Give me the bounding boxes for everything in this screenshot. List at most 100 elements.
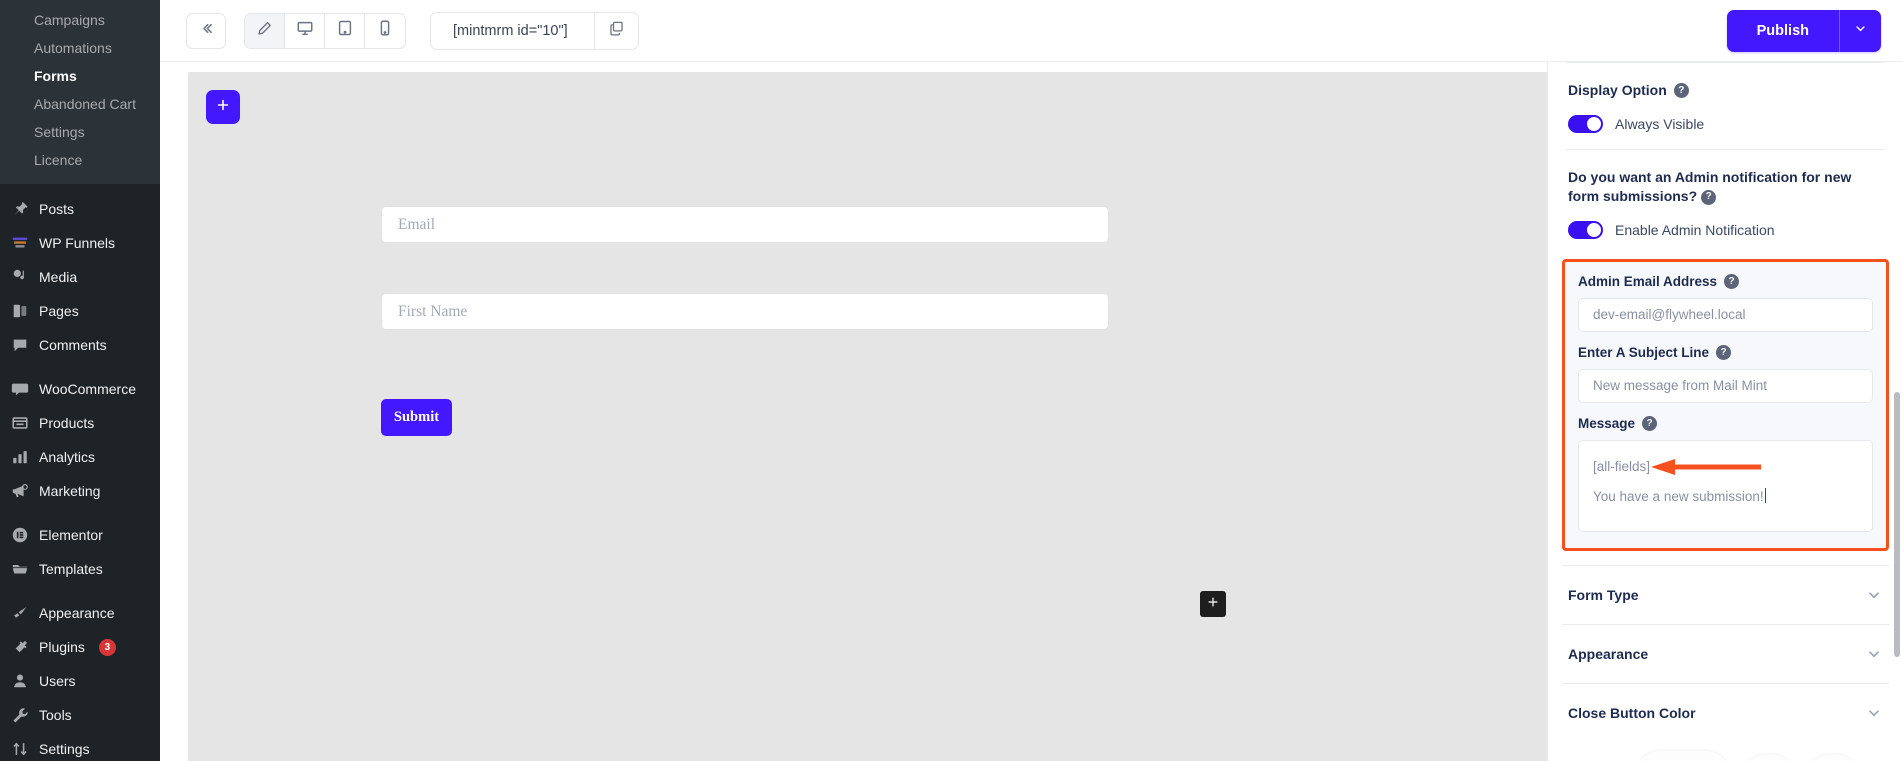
mobile-icon (376, 19, 394, 42)
sidebar-item-plugins[interactable]: Plugins 3 (0, 630, 160, 664)
publish-button[interactable]: Publish (1727, 10, 1839, 52)
sidebar-item-automations[interactable]: Automations (0, 34, 160, 62)
sidebar-item-appearance[interactable]: Appearance (0, 596, 160, 630)
chevron-down-icon (1853, 21, 1868, 41)
analytics-icon (10, 447, 30, 467)
sidebar-item-tools[interactable]: Tools (0, 698, 160, 732)
copy-shortcode-button[interactable] (593, 12, 638, 49)
sidebar-item-settings[interactable]: Settings (0, 118, 160, 146)
question-mark-icon[interactable]: ? (1724, 273, 1740, 289)
display-option-label: Display Option (1568, 82, 1667, 98)
publish-group: Publish (1726, 9, 1881, 52)
sidebar-item-posts[interactable]: Posts (0, 192, 160, 226)
chevron-down-icon (1865, 704, 1883, 722)
message-label: Message (1578, 415, 1636, 431)
question-mark-icon[interactable]: ? (1701, 189, 1717, 205)
sidebar-item-label: Media (39, 269, 78, 285)
publish-options-button[interactable] (1839, 9, 1881, 52)
add-block-button-top[interactable] (206, 90, 240, 124)
add-block-button-bottom[interactable] (1200, 591, 1226, 617)
question-mark-icon[interactable]: ? (1673, 83, 1689, 99)
email-field[interactable]: Email (381, 206, 1109, 243)
first-name-field[interactable]: First Name (381, 293, 1109, 330)
collapse-sidebar-button[interactable] (186, 12, 226, 49)
accordion-close-button-color[interactable]: Close Button Color (1562, 682, 1889, 742)
subject-line-label: Enter A Subject Line (1578, 344, 1710, 360)
accordion-appearance[interactable]: Appearance (1562, 623, 1889, 683)
sidebar-item-elementor[interactable]: Elementor (0, 518, 160, 552)
admin-notification-settings-highlight: Admin Email Address ? dev-email@flywheel… (1562, 258, 1889, 551)
tablet-preview-button[interactable] (325, 13, 365, 48)
woo-icon (10, 379, 30, 399)
subject-line-label-row: Enter A Subject Line ? (1578, 344, 1873, 360)
message-line-1: [all-fields] (1593, 458, 1651, 474)
sidebar-item-label: Comments (39, 337, 107, 353)
sidebar-item-campaigns[interactable]: Campaigns (0, 6, 160, 34)
display-option-label-row: Display Option ? (1568, 81, 1883, 101)
always-visible-toggle[interactable] (1568, 114, 1603, 133)
edit-mode-button[interactable] (245, 13, 285, 48)
sidebar-item-wp-settings[interactable]: Settings (0, 732, 160, 761)
sidebar-item-label: Analytics (39, 449, 96, 465)
sidebar-item-label: Elementor (39, 527, 103, 543)
pin-icon (10, 199, 30, 219)
sidebar-item-users[interactable]: Users (0, 664, 160, 698)
wp-admin-sidebar: Campaigns Automations Forms Abandoned Ca… (0, 0, 160, 761)
edit-icon (256, 20, 273, 42)
chevron-double-left-icon (198, 20, 215, 42)
accordion-title: Close Button Color (1568, 704, 1696, 721)
admin-email-label-row: Admin Email Address ? (1578, 273, 1873, 289)
enable-admin-notification-toggle[interactable] (1568, 220, 1603, 239)
sidebar-item-abandoned-cart[interactable]: Abandoned Cart (0, 90, 160, 118)
submit-button[interactable]: Submit (381, 399, 452, 436)
chevron-down-icon (1865, 586, 1883, 604)
accordion-title: Form Type (1568, 586, 1639, 603)
mobile-preview-button[interactable] (365, 13, 405, 48)
sidebar-item-label: WooCommerce (39, 381, 136, 397)
brush-icon (10, 603, 30, 623)
user-icon (10, 671, 30, 691)
admin-email-input[interactable]: dev-email@flywheel.local (1578, 297, 1873, 332)
sidebar-item-forms[interactable]: Forms (0, 62, 160, 90)
subject-line-input[interactable]: New message from Mail Mint (1578, 368, 1873, 403)
sidebar-item-licence[interactable]: Licence (0, 146, 160, 174)
admin-email-label: Admin Email Address (1578, 273, 1718, 289)
sidebar-item-media[interactable]: Media (0, 260, 160, 294)
admin-notification-label-row: Do you want an Admin notification for ne… (1568, 168, 1868, 207)
sidebar-item-label: Plugins (39, 639, 85, 655)
sidebar-item-products[interactable]: Products (0, 406, 160, 440)
sidebar-item-label: Products (39, 415, 95, 431)
question-mark-icon[interactable]: ? (1642, 415, 1658, 431)
sidebar-item-comments[interactable]: Comments (0, 328, 160, 362)
sidebar-item-woocommerce[interactable]: WooCommerce (0, 372, 160, 406)
products-icon (10, 413, 30, 433)
elementor-icon (10, 525, 30, 545)
chevron-down-icon (1865, 645, 1883, 663)
pages-icon (10, 301, 30, 321)
form-canvas[interactable]: Email First Name Submit (188, 72, 1547, 761)
settings-panel: Display Option ? Always Visible Do you w… (1547, 62, 1903, 761)
message-line-2: You have a new submission! (1593, 488, 1764, 504)
message-textarea[interactable]: [all-fields] You have a new submission! (1578, 439, 1873, 532)
sidebar-item-pages[interactable]: Pages (0, 294, 160, 328)
sidebar-item-label: Settings (39, 741, 90, 757)
sidebar-item-label: WP Funnels (39, 235, 115, 251)
desktop-preview-button[interactable] (285, 13, 325, 48)
form-preview: Email First Name Submit (381, 206, 1109, 436)
panel-scrollbar[interactable] (1894, 392, 1900, 657)
question-mark-icon[interactable]: ? (1716, 344, 1732, 360)
copy-icon (608, 20, 625, 42)
sidebar-item-label: Marketing (39, 483, 101, 499)
always-visible-label: Always Visible (1615, 115, 1705, 132)
toggle-knob (1587, 116, 1601, 131)
sidebar-item-wp-funnels[interactable]: WP Funnels (0, 226, 160, 260)
sidebar-item-marketing[interactable]: Marketing (0, 474, 160, 508)
sidebar-item-analytics[interactable]: Analytics (0, 440, 160, 474)
sidebar-item-templates[interactable]: Templates (0, 552, 160, 586)
sidebar-divider (0, 362, 160, 372)
shortcode-field[interactable]: [mintmrm id="10"] (430, 11, 639, 50)
editor-body: Email First Name Submit Display Option ?… (160, 62, 1903, 761)
accordion-title: Appearance (1568, 645, 1649, 662)
accordion-form-type[interactable]: Form Type (1562, 564, 1889, 624)
panel-gap (1562, 551, 1889, 565)
